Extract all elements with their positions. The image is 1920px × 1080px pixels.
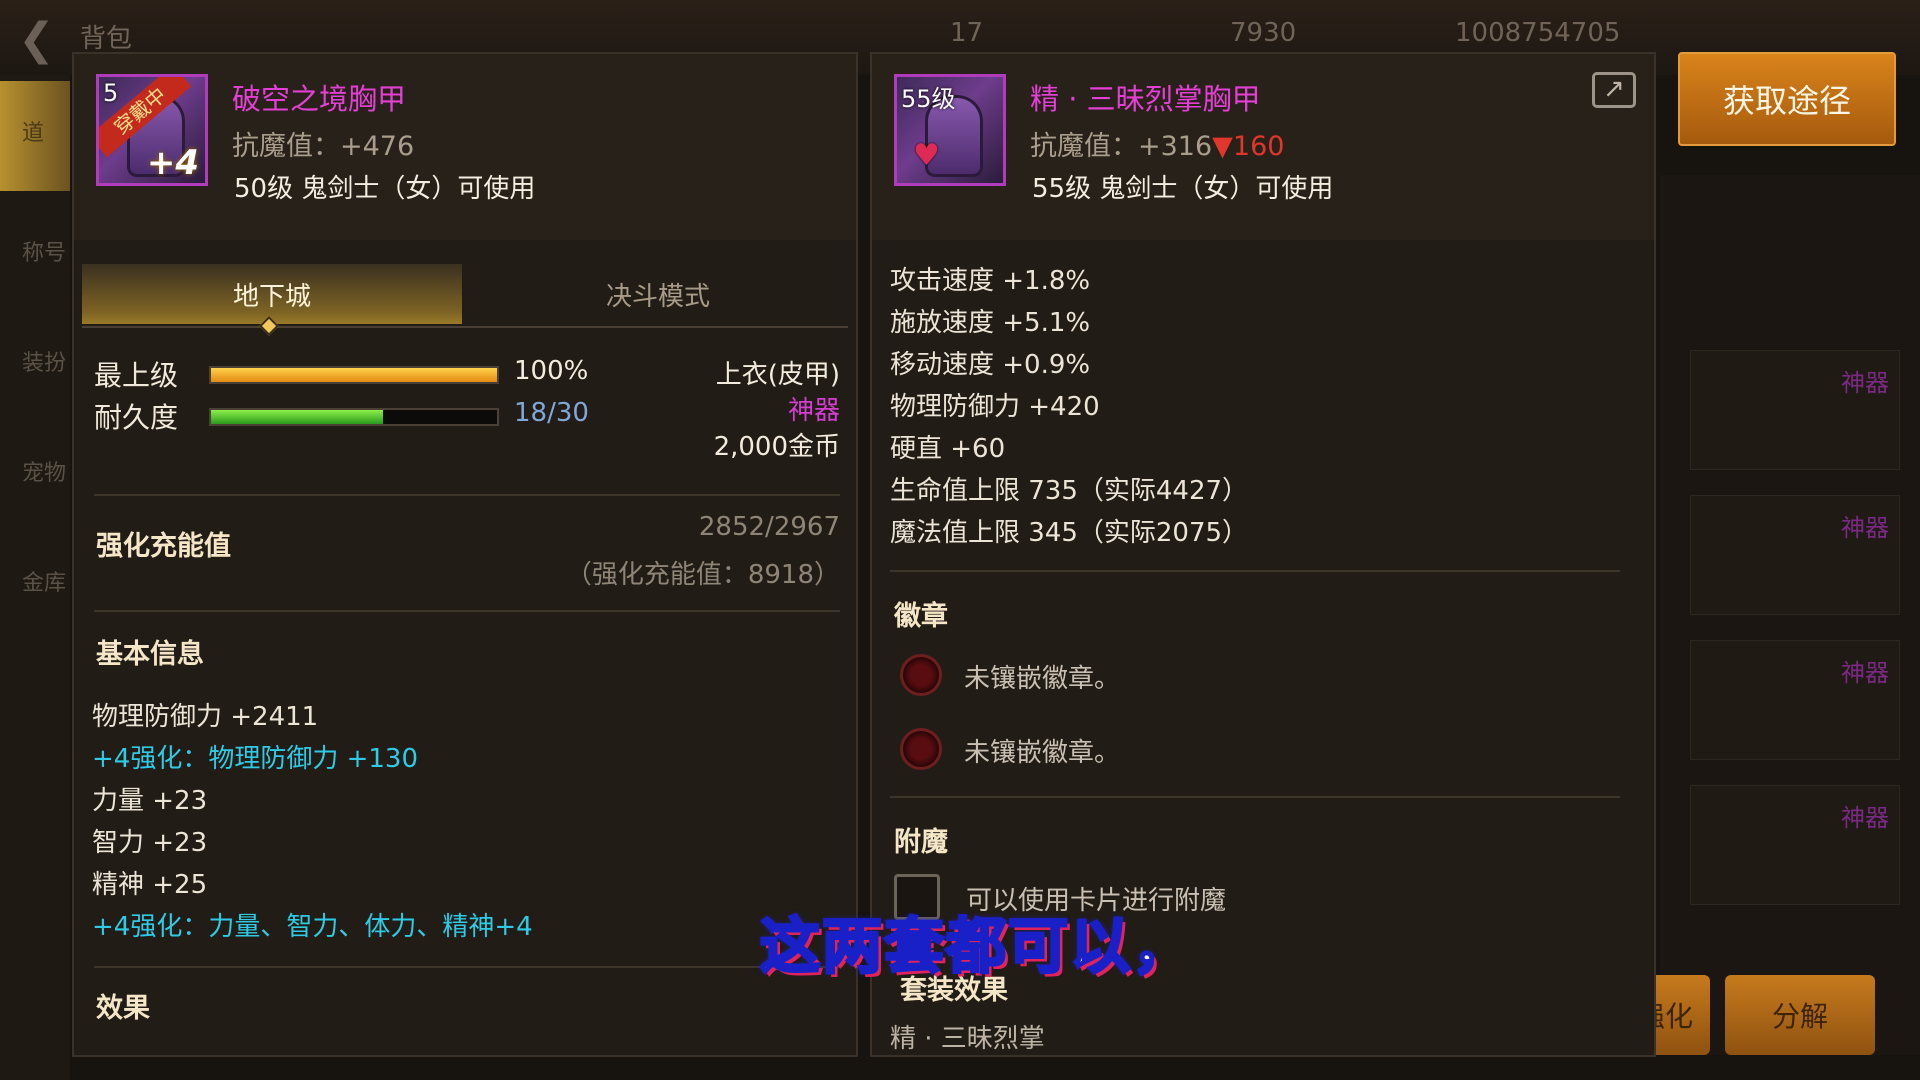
divider [890, 796, 1620, 798]
item-usable: 50级 鬼剑士（女）可使用 [234, 174, 536, 204]
back-arrow-icon[interactable]: ❮ [18, 14, 55, 65]
attribute-line: 施放速度 +5.1% [890, 308, 1091, 338]
rarity-tag: 神器 [1841, 369, 1889, 397]
badge-slot-icon[interactable] [900, 654, 942, 696]
attribute-line: 生命值上限 735（实际4427） [890, 476, 1249, 506]
inventory-list: 神器 神器 神器 神器 [1660, 175, 1920, 1055]
attribute-line: 攻击速度 +1.8% [890, 266, 1091, 296]
item-icon[interactable]: 5 穿戴中 +4 [96, 74, 208, 186]
tab-duel[interactable]: 决斗模式 [468, 264, 848, 324]
grade-label: 最上级 [94, 359, 179, 392]
rarity-tag: 神器 [1841, 804, 1889, 832]
tab-dungeon[interactable]: 地下城 [82, 264, 462, 324]
inventory-row[interactable]: 神器 [1690, 785, 1900, 905]
share-icon[interactable]: ↗ [1592, 72, 1636, 108]
enchant-title: 附魔 [894, 827, 948, 858]
durability-value: 18/30 [514, 398, 589, 428]
attribute-line: 智力 +23 [92, 828, 208, 858]
attribute-line: 物理防御力 +2411 [92, 702, 319, 732]
heart-icon: ♥ [913, 138, 940, 173]
left-nav-item[interactable]: 宠物 [22, 455, 66, 487]
enhance-level: +4 [146, 143, 199, 183]
left-nav-item[interactable]: 装扮 [22, 345, 66, 377]
basic-info-title: 基本信息 [96, 639, 204, 670]
divider [94, 610, 840, 612]
item-name: 精 · 三昧烈掌胸甲 [1030, 82, 1261, 116]
charge-title: 强化充能值 [96, 531, 231, 562]
grade-value: 100% [514, 356, 589, 386]
left-nav-item[interactable]: 金库 [22, 565, 66, 597]
effect-title: 效果 [96, 993, 150, 1024]
item-resist: 抗魔值：+316▼160 [1030, 124, 1284, 163]
attribute-line: 精神 +25 [92, 870, 208, 900]
resist-diff: ▼160 [1212, 131, 1285, 162]
durability-bar [209, 408, 499, 426]
left-nav: 道 称号 装扮 宠物 金库 [0, 75, 70, 1080]
inventory-row[interactable]: 神器 [1690, 495, 1900, 615]
item-resist: 抗魔值：+476 [232, 131, 415, 162]
tab-divider [82, 326, 848, 328]
gem-value: 7930 [1230, 18, 1297, 48]
item-name: 破空之境胸甲 [232, 82, 407, 116]
item-header: 5 穿戴中 +4 破空之境胸甲 抗魔值：+476 50级 鬼剑士（女）可使用 [74, 54, 856, 240]
inventory-row[interactable]: 神器 [1690, 640, 1900, 760]
get-route-button[interactable]: 获取途径 [1678, 52, 1896, 146]
item-level: 5 [103, 79, 119, 107]
stamina-value: 17 [950, 18, 984, 48]
item-usable: 55级 鬼剑士（女）可使用 [1032, 174, 1334, 204]
badge-title: 徽章 [894, 601, 948, 632]
item-rarity: 神器 [787, 396, 840, 426]
inventory-row[interactable]: 神器 [1690, 350, 1900, 470]
item-level: 55级 [901, 85, 956, 113]
badge-slot-icon[interactable] [900, 728, 942, 770]
divider [94, 494, 840, 496]
item-icon[interactable]: 55级 ♥ [894, 74, 1006, 186]
equipped-item-panel: 5 穿戴中 +4 破空之境胸甲 抗魔值：+476 50级 鬼剑士（女）可使用 地… [72, 52, 858, 1057]
gold-value: 1008754705 [1455, 18, 1621, 48]
decompose-button[interactable]: 分解 [1725, 975, 1875, 1055]
charge-sub: （强化充能值：8918） [565, 560, 840, 590]
attribute-line: 力量 +23 [92, 786, 208, 816]
divider [94, 966, 840, 968]
badge-text: 未镶嵌徽章。 [964, 738, 1121, 768]
video-subtitle: 这两套都可以， [759, 911, 1194, 984]
durability-bar-fill [211, 410, 383, 424]
attribute-line: 物理防御力 +420 [890, 392, 1100, 422]
attribute-line: +4强化：物理防御力 +130 [92, 744, 419, 774]
bag-title: 背包 [80, 24, 133, 54]
durability-label: 耐久度 [94, 401, 179, 434]
badge-text: 未镶嵌徽章。 [964, 664, 1121, 694]
left-nav-item[interactable]: 称号 [22, 235, 66, 267]
rarity-tag: 神器 [1841, 514, 1889, 542]
grade-bar-fill [211, 368, 497, 382]
left-nav-item[interactable]: 道 [22, 115, 44, 147]
grade-bar [209, 366, 499, 384]
attribute-line: +4强化：力量、智力、体力、精神+4 [92, 912, 533, 942]
item-type: 上衣(皮甲) [715, 360, 840, 390]
resist-value: 抗魔值：+316 [1030, 131, 1213, 162]
attribute-line: 硬直 +60 [890, 434, 1006, 464]
attribute-line: 移动速度 +0.9% [890, 350, 1091, 380]
divider [890, 570, 1620, 572]
rarity-tag: 神器 [1841, 659, 1889, 687]
charge-value: 2852/2967 [698, 512, 840, 542]
item-header: 55级 ♥ 精 · 三昧烈掌胸甲 抗魔值：+316▼160 55级 鬼剑士（女）… [872, 54, 1654, 240]
set-name: 精 · 三昧烈掌 [890, 1024, 1045, 1054]
attribute-line: 魔法值上限 345（实际2075） [890, 518, 1249, 548]
item-price: 2,000金币 [713, 432, 840, 462]
